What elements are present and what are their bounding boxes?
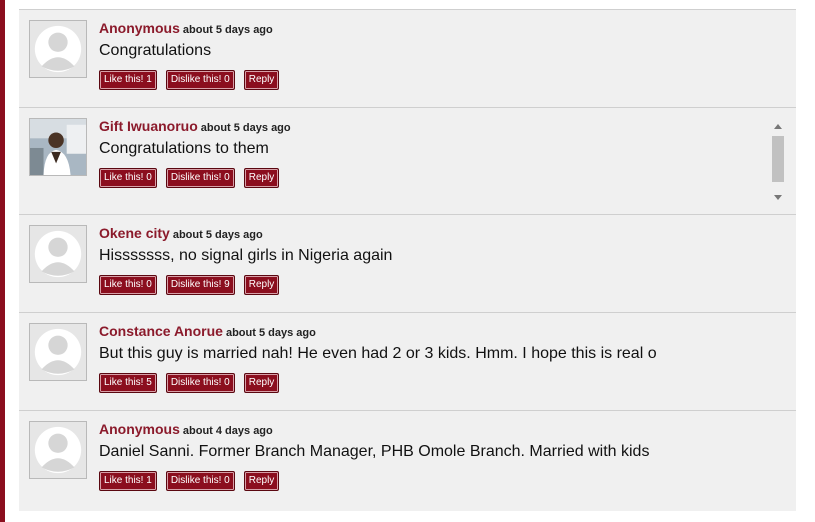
reply-button[interactable]: Reply [243,373,280,393]
comment-item: Anonymous about 4 days ago Daniel Sanni. … [19,411,796,511]
comment-author[interactable]: Gift Iwuanoruo [99,118,198,134]
user-placeholder-icon [30,422,86,478]
scroll-down-icon[interactable] [774,195,782,200]
avatar [29,323,87,381]
comment-text: But this guy is married nah! He even had… [99,345,657,362]
dislike-button[interactable]: Dislike this! 0 [165,168,235,188]
avatar [29,118,87,176]
comment-author[interactable]: Constance Anorue [99,323,223,339]
comment-author[interactable]: Okene city [99,225,170,241]
dislike-button[interactable]: Dislike this! 0 [165,70,235,90]
user-photo [30,119,86,175]
like-button[interactable]: Like this! 5 [99,373,157,393]
comment-author[interactable]: Anonymous [99,421,180,437]
dislike-button[interactable]: Dislike this! 9 [165,275,235,295]
left-accent-bar [0,0,5,522]
avatar [29,20,87,78]
dislike-button[interactable]: Dislike this! 0 [165,373,235,393]
reply-button[interactable]: Reply [243,471,280,491]
comment-item: Okene city about 5 days ago Hisssssss, no… [19,215,796,313]
comment-time: about 5 days ago [182,24,273,36]
comment-text: Congratulations [99,42,212,59]
user-placeholder-icon [30,324,86,380]
comment-text: Congratulations to them [99,140,269,157]
reply-button[interactable]: Reply [243,275,280,295]
avatar [29,225,87,283]
reply-button[interactable]: Reply [243,70,280,90]
like-button[interactable]: Like this! 0 [99,275,157,295]
comment-time: about 5 days ago [172,229,263,241]
comment-item: Anonymous about 5 days ago Congratulation… [19,10,796,108]
comment-time: about 5 days ago [200,122,291,134]
comment-scrollbar[interactable] [771,120,785,204]
comment-time: about 5 days ago [225,327,316,339]
like-button[interactable]: Like this! 1 [99,471,157,491]
like-button[interactable]: Like this! 0 [99,168,157,188]
comment-author[interactable]: Anonymous [99,20,180,36]
comment-text: Hisssssss, no signal girls in Nigeria ag… [99,247,393,264]
user-placeholder-icon [30,226,86,282]
comment-list: Anonymous about 5 days ago Congratulation… [19,9,796,511]
reply-button[interactable]: Reply [243,168,280,188]
scroll-up-icon[interactable] [774,124,782,129]
avatar [29,421,87,479]
dislike-button[interactable]: Dislike this! 0 [165,471,235,491]
scrollbar-thumb[interactable] [772,136,784,182]
comment-item: Constance Anorue about 5 days ago But thi… [19,313,796,411]
user-placeholder-icon [30,21,86,77]
like-button[interactable]: Like this! 1 [99,70,157,90]
comment-time: about 4 days ago [182,425,273,437]
comment-item: Gift Iwuanoruo about 5 days ago Congratul… [19,108,796,215]
comment-text: Daniel Sanni. Former Branch Manager, PHB… [99,443,650,460]
